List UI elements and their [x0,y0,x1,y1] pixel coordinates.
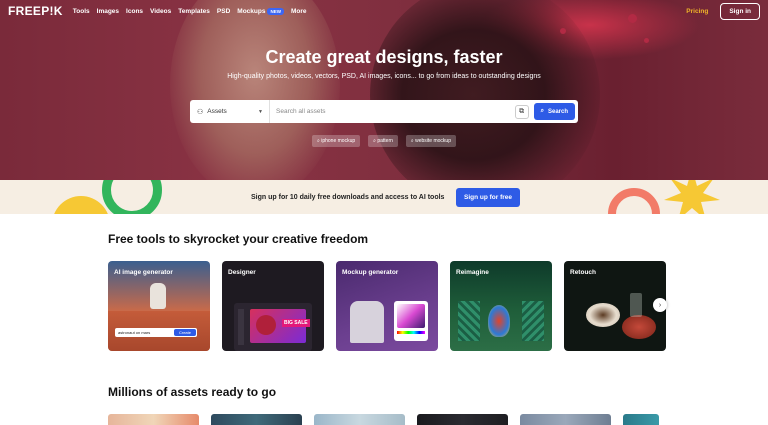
asset-thumbnails [108,414,659,425]
tool-card-label: Reimagine [456,269,489,276]
glass [630,293,642,317]
tool-card-mockup-generator[interactable]: Mockup generator [336,261,438,351]
astronaut-figure [150,283,166,309]
assets-icon: ⚇ [197,108,204,116]
sneaker-image [256,315,276,335]
coral-ring-decoration [608,188,660,214]
nav-images[interactable]: Images [97,8,119,15]
assets-section-title: Millions of assets ready to go [108,385,277,399]
designer-toolbar [238,309,244,345]
food-plate [622,315,656,339]
tool-card-label: Retouch [570,269,596,276]
green-ring-decoration [102,180,162,214]
asset-thumbnail[interactable] [520,414,611,425]
banner-text: Sign up for 10 daily free downloads and … [251,194,445,201]
prompt-text: astronaut on mars [118,330,151,335]
asset-thumbnail[interactable] [108,414,199,425]
nav-videos[interactable]: Videos [150,8,171,15]
tool-card-designer[interactable]: Designer BIG SALE [222,261,324,351]
nav-mockups[interactable]: Mockups NEW [237,7,284,15]
sign-up-free-button[interactable]: Sign up for free [456,188,521,207]
asset-thumbnail[interactable] [211,414,302,425]
chip-label: pattern [377,138,393,144]
chip-pattern[interactable]: ⌕ pattern [368,135,398,147]
suggestion-chips: ⌕ iphone mockup ⌕ pattern ⌕ website mock… [0,135,768,147]
hero-image-right [370,0,600,180]
asset-type-dropdown[interactable]: ⚇ Assets ▼ [190,100,270,123]
signup-banner: Sign up for 10 daily free downloads and … [0,180,768,214]
tool-card-retouch[interactable]: Retouch [564,261,666,351]
search-button-label: Search [547,108,568,115]
color-gradient [397,304,425,328]
pricing-link[interactable]: Pricing [686,8,708,15]
paint-drop [560,28,566,34]
tool-card-ai-image-generator[interactable]: AI image generator astronaut on mars Cre… [108,261,210,351]
sign-in-button[interactable]: Sign in [720,2,760,20]
search-bar: ⚇ Assets ▼ Search all assets ⧉ ⌕ Search [190,100,578,123]
search-button[interactable]: ⌕ Search [533,103,575,120]
pattern-tile [522,301,544,341]
nav-right: Pricing Sign in [686,2,760,20]
asset-thumbnail[interactable] [314,414,405,425]
chip-website-mockup[interactable]: ⌕ website mockup [405,135,456,147]
asset-type-label: Assets [207,108,227,115]
nav-psd[interactable]: PSD [217,8,230,15]
parrot-image [488,305,510,337]
pattern-tile [458,301,480,341]
prompt-box: astronaut on mars Create [115,328,197,337]
nav-more[interactable]: More [291,8,307,15]
tool-card-label: AI image generator [114,269,173,276]
new-badge: NEW [267,7,284,15]
nav-tools[interactable]: Tools [73,8,90,15]
hue-slider [397,331,425,334]
tshirt-mockup [350,301,384,343]
search-input[interactable]: Search all assets [270,108,515,115]
tool-card-label: Mockup generator [342,269,399,276]
paint-drop [644,38,649,43]
freepik-logo[interactable]: FREEP!K [8,4,63,18]
hero-title: Create great designs, faster [265,47,503,67]
create-button: Create [173,329,196,336]
tools-carousel: AI image generator astronaut on mars Cre… [108,261,666,351]
nav-icons[interactable]: Icons [126,8,143,15]
carousel-next-button[interactable]: › [653,298,667,312]
nav-templates[interactable]: Templates [178,8,210,15]
designer-canvas: BIG SALE [234,303,312,351]
image-search-icon[interactable]: ⧉ [514,104,529,119]
hero-image-left [170,0,340,180]
chip-label: iphone mockup [321,138,356,144]
chevron-down-icon: ▼ [258,108,263,115]
tools-section-title: Free tools to skyrocket your creative fr… [108,232,369,246]
search-icon: ⌕ [540,108,544,114]
tool-card-reimagine[interactable]: Reimagine [450,261,552,351]
coffee-cup [586,303,620,327]
chip-iphone-mockup[interactable]: ⌕ iphone mockup [312,135,361,147]
nav-mockups-label: Mockups [237,7,266,15]
sun-star-decoration [664,180,720,214]
color-picker-panel [394,301,428,341]
top-nav: FREEP!K Tools Images Icons Videos Templa… [0,0,768,22]
hero-section [0,0,768,180]
asset-thumbnail[interactable] [623,414,659,425]
tool-card-label: Designer [228,269,256,276]
chip-label: website mockup [415,138,451,144]
asset-thumbnail[interactable] [417,414,508,425]
hero-subtitle: High-quality photos, videos, vectors, PS… [227,73,541,80]
big-sale-text: BIG SALE [282,319,310,327]
yellow-circle-decoration [52,196,110,214]
